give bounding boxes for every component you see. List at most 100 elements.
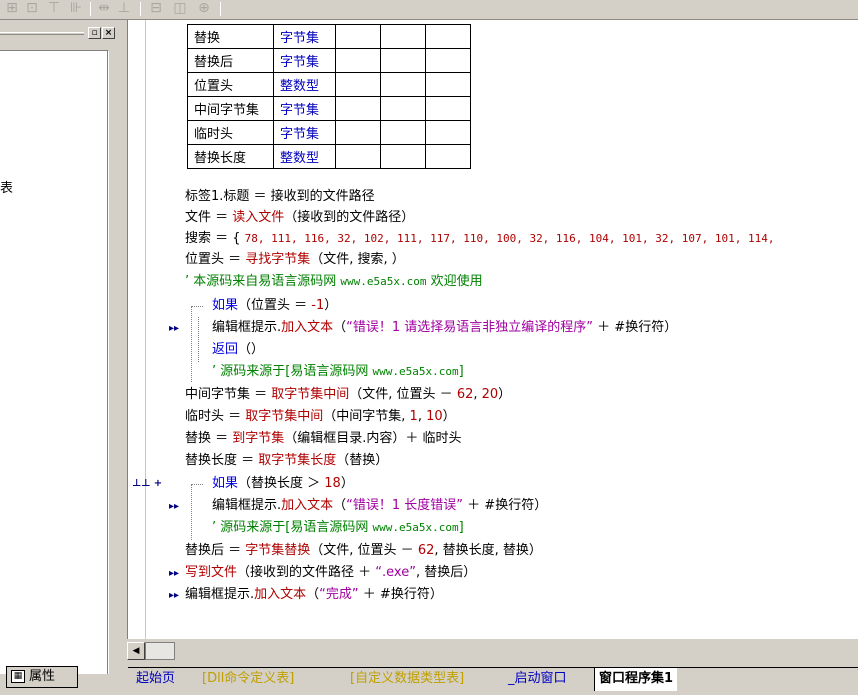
variable-row[interactable]: 中间字节集 字节集 (187, 96, 471, 121)
code-line[interactable]: 如果（替换长度 ＞ 18） (212, 473, 354, 495)
same-size-icon[interactable]: ⊕ (196, 0, 212, 16)
left-list-item: 表 (0, 181, 14, 196)
horizontal-scrollbar[interactable]: ◀ (127, 641, 175, 661)
variable-cell (335, 24, 381, 49)
line-arrow-icon[interactable]: ▸▸ (169, 496, 179, 518)
variable-cell (380, 72, 426, 97)
space-horizontal-icon[interactable]: ⇹ (96, 0, 112, 16)
align-center-icon[interactable]: ⊡ (24, 0, 40, 16)
left-list[interactable]: 表 (0, 50, 109, 674)
number-literal: 18 (324, 476, 341, 491)
code-line[interactable]: 如果（位置头 ＝ -1） (212, 295, 337, 317)
code-line[interactable]: 中间字节集 ＝ 取字节集中间（文件, 位置头 － 62, 20） (185, 384, 511, 406)
breakpoint-marker[interactable]: ⊥⊥ + (132, 473, 162, 495)
scroll-left-icon[interactable]: ◀ (127, 642, 145, 660)
tab-startup-window[interactable]: _启动窗口 (504, 668, 571, 691)
code-text: 临时头 ＝ (185, 409, 246, 424)
align-grid-icon[interactable]: ⊞ (4, 0, 20, 16)
function-name: 加入文本 (281, 320, 334, 335)
variable-cell (335, 96, 381, 121)
number-literal: -1 (311, 298, 325, 313)
tab-custom-types[interactable]: [自定义数据类型表] (346, 668, 468, 691)
number-literal: 62 (456, 387, 474, 402)
code-line[interactable]: 编辑框提示.加入文本（“错误！1 长度错误” ＋ #换行符） (212, 495, 547, 517)
code-line[interactable]: 文件 ＝ 读入文件（接收到的文件路径） (185, 207, 414, 229)
line-arrow-icon[interactable]: ▸▸ (169, 585, 179, 607)
property-icon: ▦ (11, 670, 25, 683)
variable-name: 替换 (187, 24, 274, 49)
variable-name: 位置头 (187, 72, 274, 97)
code-text: ＋ #换行符） (463, 498, 548, 513)
variable-row[interactable]: 临时头 字节集 (187, 120, 471, 145)
panel-grip[interactable] (0, 32, 84, 35)
code-text: （接收到的文件路径） (284, 210, 415, 225)
line-arrow-icon[interactable]: ▸▸ (169, 318, 179, 340)
code-text: （中间字节集, (323, 409, 410, 424)
variable-row[interactable]: 替换 字节集 (187, 24, 471, 49)
code-editor[interactable]: 替换 字节集 替换后 字节集 位置头 整数型 中间字节集 字节集 临时头 字节集 替换长度… (127, 20, 858, 639)
number-literal: 1 (409, 409, 418, 424)
string-literal: “错误！1 长度错误” (346, 498, 464, 513)
function-name: 寻找字节集 (245, 252, 311, 267)
variable-type: 字节集 (273, 24, 336, 49)
variable-cell (335, 48, 381, 73)
code-text: ） (442, 409, 456, 424)
scroll-thumb[interactable] (145, 642, 175, 660)
code-text: ） (324, 298, 338, 313)
function-name: 取字节集长度 (258, 453, 337, 468)
code-text: （位置头 ＝ (238, 298, 312, 313)
restore-button[interactable]: ▫ (88, 27, 101, 39)
code-line[interactable]: 返回（） (212, 339, 264, 361)
function-name: 加入文本 (281, 498, 334, 513)
code-line[interactable]: 标签1.标题 ＝ 接收到的文件路径 (185, 186, 375, 208)
variable-row[interactable]: 替换后 字节集 (187, 48, 471, 73)
close-button[interactable]: × (102, 27, 115, 39)
code-text: 标签1.标题 ＝ 接收到的文件路径 (185, 189, 375, 204)
function-name: 读入文件 (232, 210, 285, 225)
code-text: 替换 ＝ (185, 431, 233, 446)
code-text: 编辑框提示. (185, 587, 255, 602)
code-line[interactable]: 编辑框提示.加入文本（“错误！1 请选择易语言非独立编译的程序” ＋ #换行符） (212, 317, 677, 339)
variable-cell (335, 120, 381, 145)
variable-cell (335, 72, 381, 97)
code-line[interactable]: 替换长度 ＝ 取字节集长度（替换） (185, 450, 388, 472)
code-line[interactable]: 搜索 ＝ { 78, 111, 116, 32, 102, 111, 117, … (185, 228, 774, 250)
tab-start-page[interactable]: 起始页 (132, 668, 179, 691)
tab-window-assembly[interactable]: 窗口程序集1 (594, 668, 678, 691)
code-line[interactable]: 编辑框提示.加入文本（“完成” ＋ #换行符） (185, 584, 443, 606)
variable-cell (425, 24, 471, 49)
code-text: （ (333, 320, 347, 335)
tab-dll-commands[interactable]: [Dll命令定义表] (198, 668, 298, 691)
code-line[interactable]: 替换后 ＝ 字节集替换（文件, 位置头 － 62, 替换长度, 替换） (185, 540, 542, 562)
line-arrow-icon[interactable]: ▸▸ (169, 563, 179, 585)
property-tab[interactable]: ▦ 属性 (6, 666, 78, 688)
variable-type: 整数型 (273, 144, 336, 169)
code-line[interactable]: 替换 ＝ 到字节集（编辑框目录.内容）＋ 临时头 (185, 428, 462, 450)
variable-row[interactable]: 替换长度 整数型 (187, 144, 471, 169)
variable-row[interactable]: 位置头 整数型 (187, 72, 471, 97)
editor-frame: 替换 字节集 替换后 字节集 位置头 整数型 中间字节集 字节集 临时头 字节集 替换长度… (122, 20, 858, 695)
number-literal: 62 (417, 543, 435, 558)
code-text: ＋ #换行符） (593, 320, 678, 335)
comment-line[interactable]: ’ 本源码来自易语言源码网 www.e5a5x.com 欢迎使用 (185, 271, 483, 293)
flow-line (191, 306, 203, 307)
comment-line[interactable]: ’ 源码来源于[易语言源码网 www.e5a5x.com] (212, 517, 464, 539)
code-text: （） (238, 342, 265, 357)
flow-line (191, 306, 192, 382)
align-spacing-icon[interactable]: ⊪ (68, 0, 84, 16)
variable-table: 替换 字节集 替换后 字节集 位置头 整数型 中间字节集 字节集 临时头 字节集 替换长度… (187, 24, 471, 169)
same-width-icon[interactable]: ⊟ (148, 0, 164, 16)
variable-type: 字节集 (273, 96, 336, 121)
code-line[interactable]: 位置头 ＝ 寻找字节集（文件, 搜索, ） (185, 249, 405, 271)
comment-line[interactable]: ’ 源码来源于[易语言源码网 www.e5a5x.com] (212, 361, 464, 383)
space-vertical-icon[interactable]: ⊥ (116, 0, 132, 16)
if-keyword: 如果 (212, 298, 239, 313)
same-height-icon[interactable]: ◫ (172, 0, 188, 16)
code-text: （接收到的文件路径 ＋ (237, 565, 376, 580)
code-text: 编辑框提示. (212, 320, 282, 335)
code-line[interactable]: 写到文件（接收到的文件路径 ＋ “.exe”, 替换后） (185, 562, 476, 584)
variable-name: 替换后 (187, 48, 274, 73)
code-line[interactable]: 临时头 ＝ 取字节集中间（中间字节集, 1, 10） (185, 406, 456, 428)
tab-bar: 起始页 [Dll命令定义表] [自定义数据类型表] _启动窗口 窗口程序集1 (128, 665, 858, 695)
align-top-icon[interactable]: ⊤ (46, 0, 62, 16)
